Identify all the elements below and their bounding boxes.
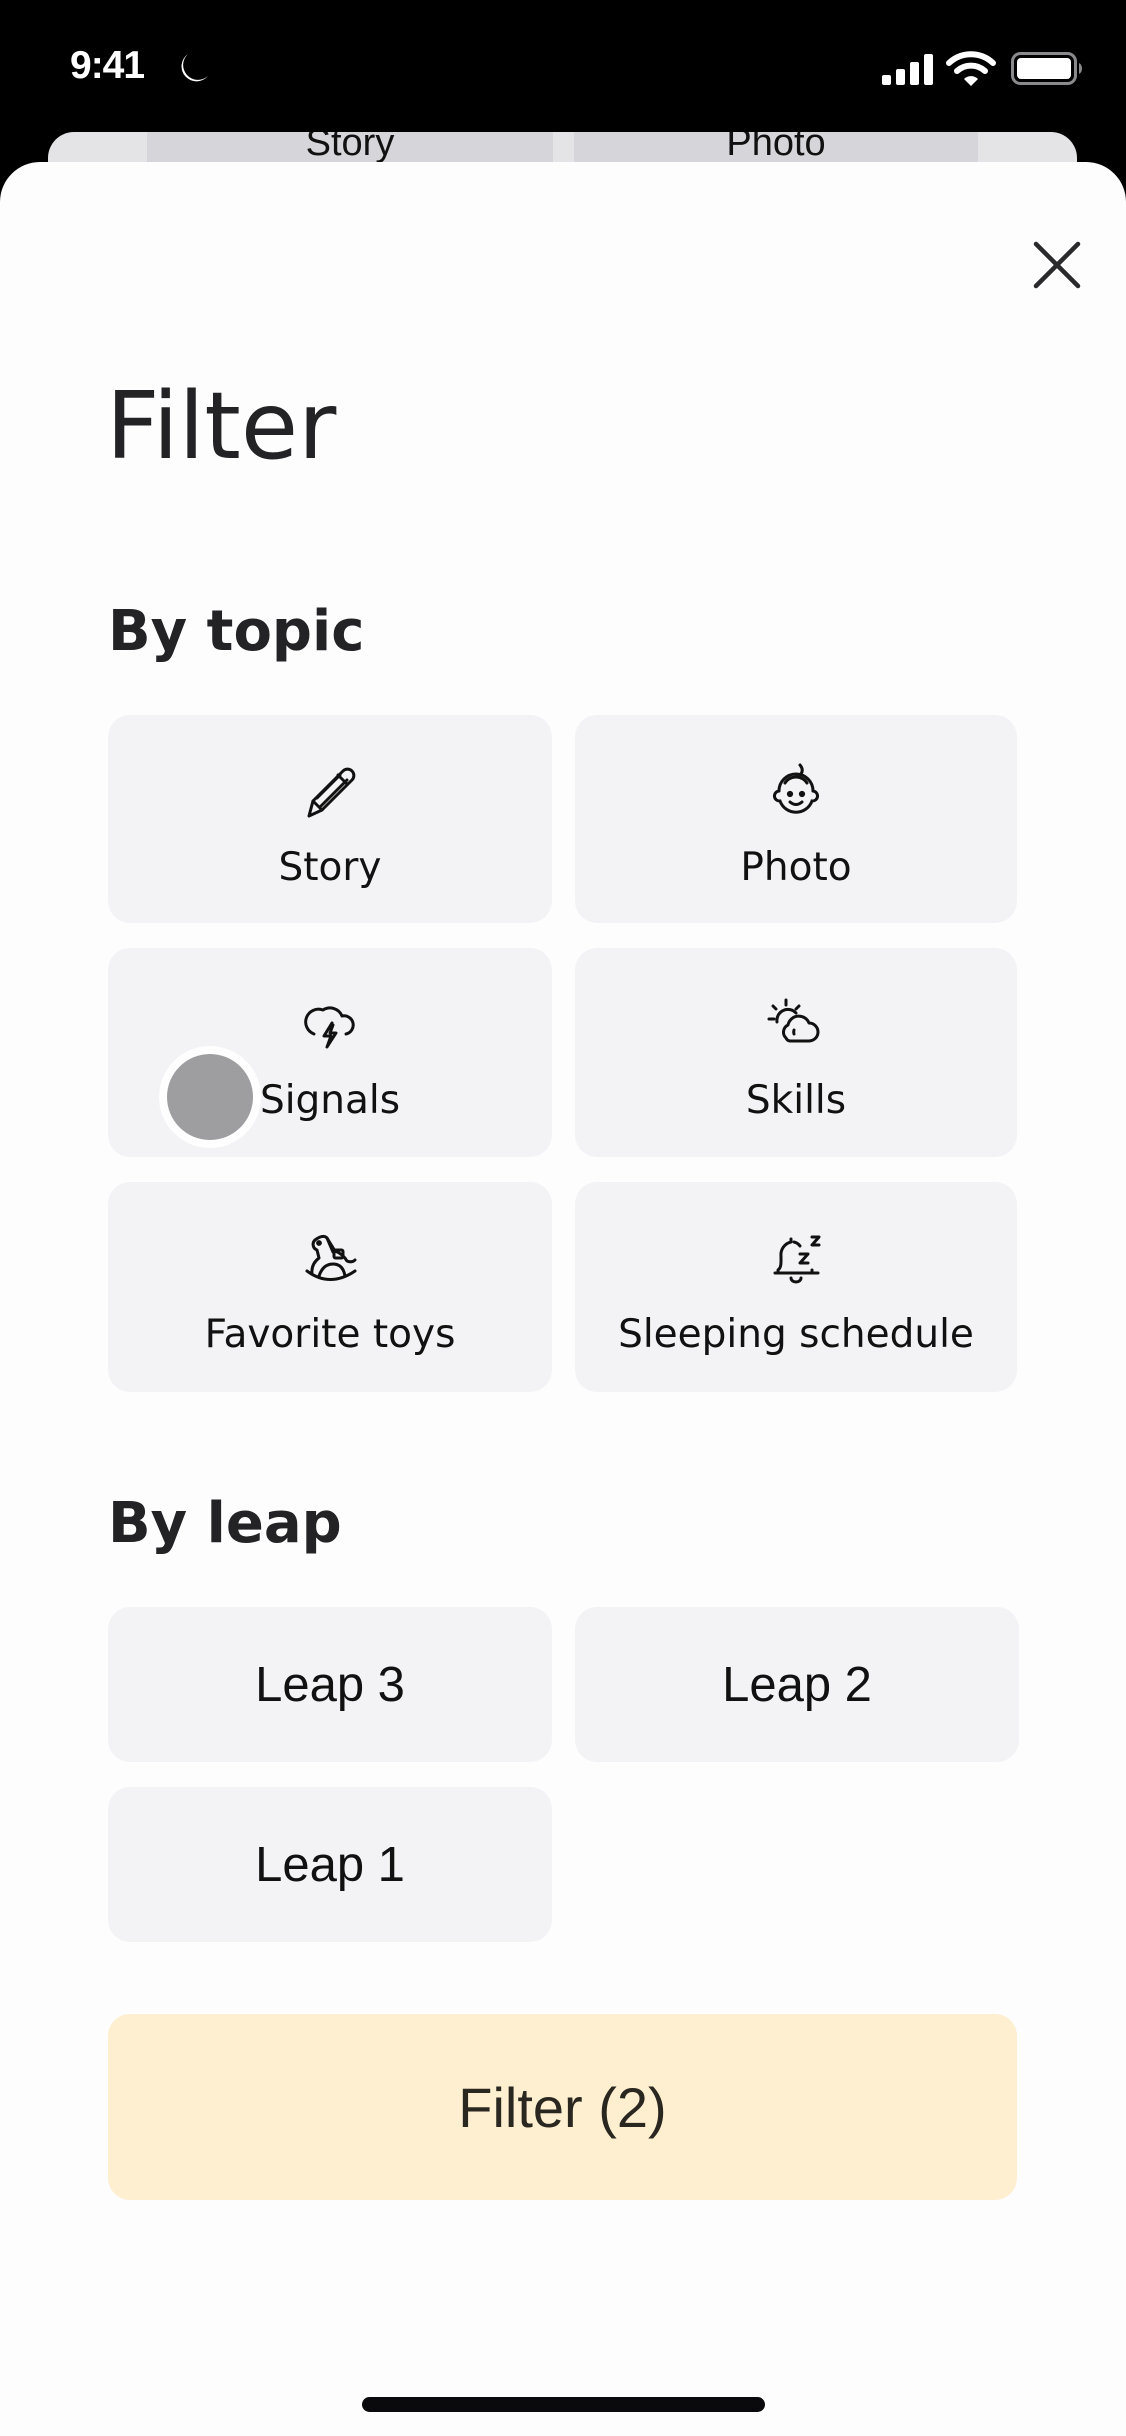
section-heading-topic: By topic	[108, 599, 365, 664]
apply-filter-label: Filter (2)	[458, 2075, 667, 2139]
topic-card-photo[interactable]: Photo	[575, 715, 1017, 923]
leap-button-1[interactable]: Leap 1	[108, 1787, 552, 1942]
section-heading-leap: By leap	[108, 1491, 342, 1556]
topic-card-story[interactable]: Story	[108, 715, 552, 923]
pencil-icon	[297, 759, 363, 825]
touch-indicator-dot	[167, 1054, 253, 1140]
leap-button-2[interactable]: Leap 2	[575, 1607, 1019, 1762]
leap-button-label: Leap 3	[255, 1657, 405, 1712]
status-time: 9:41	[70, 44, 145, 87]
leap-button-3[interactable]: Leap 3	[108, 1607, 552, 1762]
baby-face-icon	[763, 759, 829, 825]
close-icon	[1033, 241, 1081, 289]
topic-card-skills[interactable]: Skills	[575, 948, 1017, 1157]
bell-sleep-icon	[763, 1226, 829, 1292]
wifi-icon	[946, 51, 996, 87]
home-indicator[interactable]	[362, 2397, 765, 2412]
rocking-horse-icon	[297, 1226, 363, 1292]
storm-cloud-icon	[297, 992, 363, 1058]
topic-card-label: Favorite toys	[204, 1312, 456, 1357]
topic-card-label: Story	[278, 845, 382, 890]
topic-card-favorite-toys[interactable]: Favorite toys	[108, 1182, 552, 1392]
battery-icon	[1011, 52, 1085, 85]
topic-card-sleeping-schedule[interactable]: Sleeping schedule	[575, 1182, 1017, 1392]
sun-cloud-icon	[763, 992, 829, 1058]
topic-card-label: Sleeping schedule	[618, 1312, 974, 1357]
page-title: Filter	[106, 372, 337, 480]
moon-icon	[174, 52, 210, 86]
close-button[interactable]	[1024, 232, 1090, 298]
topic-card-label: Skills	[745, 1078, 847, 1123]
apply-filter-button[interactable]: Filter (2)	[108, 2014, 1017, 2200]
leap-button-label: Leap 2	[722, 1657, 872, 1712]
leap-button-label: Leap 1	[255, 1837, 405, 1892]
cellular-signal-icon	[882, 53, 934, 85]
topic-card-label: Photo	[740, 845, 852, 890]
touch-indicator	[159, 1046, 261, 1148]
